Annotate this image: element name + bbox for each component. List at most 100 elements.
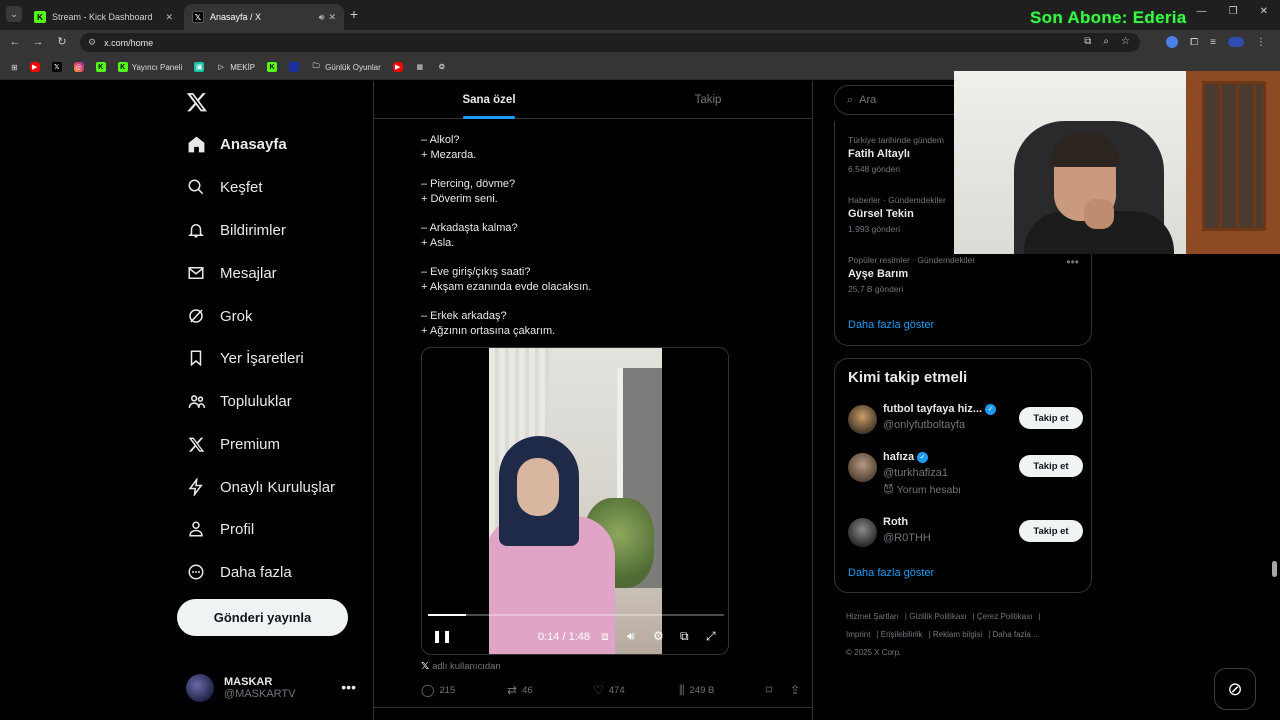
minimize-icon[interactable]: — (1197, 6, 1207, 17)
grok-floating-button[interactable]: ⊘ (1214, 668, 1256, 710)
bookmark-yayinci-paneli[interactable]: K Yayıncı Paneli (115, 60, 186, 74)
nav-item-explore[interactable]: Keşfet (186, 172, 263, 202)
search-icon: ⌕ (847, 93, 854, 106)
nav-item-more[interactable]: Daha fazla (186, 557, 292, 587)
popout-icon[interactable]: ⧉ (680, 629, 689, 644)
tweet-line: – Erkek arkadaş? (421, 310, 507, 322)
puzzle-icon[interactable]: ⧠ (1190, 37, 1198, 48)
footer-link[interactable]: Imprint (846, 630, 870, 639)
nav-item-messages[interactable]: Mesajlar (186, 258, 277, 288)
footer-link[interactable]: Reklam bilgisi (933, 630, 982, 639)
footer-link[interactable]: Hizmet Şartları (846, 612, 899, 621)
zoom-icon[interactable]: ⌕ (1103, 36, 1109, 47)
trend-item[interactable]: Türkiye tarihinde gündem Fatih Altaylı 6… (848, 135, 944, 174)
x-logo-icon[interactable] (186, 91, 208, 113)
nav-item-premium[interactable]: Premium (186, 429, 280, 459)
bookmark-chatgpt[interactable]: ❂ (434, 60, 450, 74)
install-icon[interactable]: ⧉ (1084, 36, 1091, 47)
fullscreen-icon[interactable]: ⤢ (706, 629, 716, 644)
views-button[interactable]: ⫼ 249 B (679, 683, 714, 698)
nav-item-verified-orgs[interactable]: Onaylı Kuruluşlar (186, 472, 335, 502)
footer-link[interactable]: Erişilebilirlik (881, 630, 923, 639)
follow-button[interactable]: Takip et (1019, 455, 1083, 477)
tab-title: Stream - Kick Dashboard (52, 12, 153, 22)
close-icon[interactable]: ✕ (328, 12, 336, 23)
trend-item[interactable]: Haberler · Gündemdekiler Gürsel Tekin 1.… (848, 195, 946, 234)
reply-count: 215 (439, 684, 456, 696)
pause-icon[interactable]: ❚❚ (432, 629, 452, 643)
bookmark-instagram[interactable]: ◎ (71, 60, 87, 74)
footer-link[interactable]: Daha fazla ... (993, 630, 1040, 639)
video-progress-bar[interactable] (428, 614, 724, 616)
bookmark-gunluk-oyunlar[interactable]: 🗀 Günlük Oyunlar (308, 60, 384, 74)
new-tab-button[interactable]: + (346, 6, 362, 22)
forward-icon[interactable]: → (31, 35, 45, 49)
bookmark-button[interactable]: ⌑ (766, 683, 772, 697)
bookmark-kick[interactable]: K (93, 60, 109, 74)
nav-item-home[interactable]: Anasayfa (186, 129, 287, 159)
page-scrollbar[interactable] (1272, 561, 1277, 577)
tab-label: Takip (694, 94, 722, 106)
reply-icon: ◯ (421, 683, 435, 697)
bookmark-game[interactable]: ▦ (412, 60, 428, 74)
follow-suggestion[interactable]: Roth @R0THH Takip et (848, 516, 1083, 556)
tab-x-home[interactable]: 𝕏 Anasayfa / X 🔊︎ ✕ (184, 4, 344, 30)
back-icon[interactable]: ← (8, 35, 22, 49)
bookmark-youtube[interactable]: ▶ (27, 60, 43, 74)
footer-link[interactable]: Çerez Politikası (977, 612, 1033, 621)
trends-show-more-link[interactable]: Daha fazla göster (848, 319, 934, 331)
account-switcher[interactable]: MASKAR @MASKARTV ••• (186, 671, 366, 705)
trend-item[interactable]: Popüler resimler · Gündemdekiler Ayşe Ba… (848, 255, 975, 294)
nav-item-notifications[interactable]: Bildirimler (186, 215, 286, 245)
profile-icon[interactable] (1228, 37, 1244, 47)
bookmark-mekip[interactable]: ▷ MEKİP (213, 60, 258, 74)
volume-icon[interactable]: 🔊︎ (627, 629, 635, 644)
more-options-icon[interactable]: ••• (341, 679, 356, 695)
like-button[interactable]: ♡ 474 (593, 683, 625, 697)
follow-button[interactable]: Takip et (1019, 407, 1083, 429)
bookmark-x[interactable]: 𝕏 (49, 60, 65, 74)
follow-button[interactable]: Takip et (1019, 520, 1083, 542)
reply-button[interactable]: ◯ 215 (421, 683, 455, 697)
kebab-menu-icon[interactable]: ⋮ (1256, 37, 1266, 48)
tab-for-you[interactable]: Sana özel (374, 81, 604, 119)
follow-suggestion[interactable]: hafıza ✓ @turkhafiza1 😈 Yorum hesabı Tak… (848, 451, 1083, 507)
tab-search-button[interactable]: ⌄ (6, 6, 22, 22)
share-button[interactable]: ⇪ (790, 683, 800, 697)
more-options-icon[interactable]: ••• (1066, 255, 1079, 269)
settings-icon[interactable]: ⚙ (653, 629, 664, 643)
bookmark-youtube-2[interactable]: ▶ (390, 60, 406, 74)
captions-icon[interactable]: ⧈ (601, 629, 609, 644)
reload-icon[interactable]: ↻ (55, 35, 69, 49)
bookmark-twitch[interactable]: ▣ (191, 60, 207, 74)
tweet-line: + Akşam ezanında evde olacaksın. (421, 281, 592, 293)
media-icon[interactable]: ≡ (1210, 37, 1216, 48)
site-info-icon[interactable]: ⚙ (88, 37, 96, 48)
nav-item-communities[interactable]: Topluluklar (186, 386, 292, 416)
extension-icon[interactable] (1166, 36, 1179, 48)
who-show-more-link[interactable]: Daha fazla göster (848, 567, 934, 579)
video-player[interactable]: ❚❚ 0:14 / 1:48 ⧈ 🔊︎ ⚙ ⧉ ⤢ (421, 347, 729, 655)
footer-link[interactable]: Gizlilik Politikası (909, 612, 966, 621)
repost-button[interactable]: ⇄ 46 (507, 683, 533, 697)
nav-item-profile[interactable]: Profil (186, 514, 254, 544)
bookmark-blue[interactable] (286, 60, 302, 74)
url-field[interactable]: ⚙ x.com/home (80, 33, 1140, 52)
close-icon[interactable]: ✕ (165, 12, 173, 23)
share-icon: ⇪ (790, 683, 801, 697)
kick-icon: K (267, 62, 278, 72)
bookmark-kick-2[interactable]: K (264, 60, 280, 74)
post-button[interactable]: Gönderi yayınla (177, 599, 348, 636)
star-icon[interactable]: ☆ (1121, 36, 1130, 47)
nav-item-bookmarks[interactable]: Yer İşaretleri (186, 343, 304, 373)
tab-following[interactable]: Takip (604, 81, 812, 119)
tab-label: Sana özel (462, 94, 516, 106)
close-window-icon[interactable]: ✕ (1260, 6, 1268, 17)
trend-name: Fatih Altaylı (848, 148, 910, 160)
follow-suggestion[interactable]: futbol tayfaya hiz... ✓ @onlyfutboltayfa… (848, 403, 1083, 443)
restore-icon[interactable]: ❐ (1229, 6, 1238, 17)
nav-item-grok[interactable]: Grok (186, 301, 253, 331)
tab-kick-dashboard[interactable]: K Stream - Kick Dashboard ✕ (26, 4, 181, 30)
apps-icon[interactable]: ⊞ (8, 61, 21, 74)
speaker-icon[interactable]: 🔊︎ (319, 12, 325, 23)
